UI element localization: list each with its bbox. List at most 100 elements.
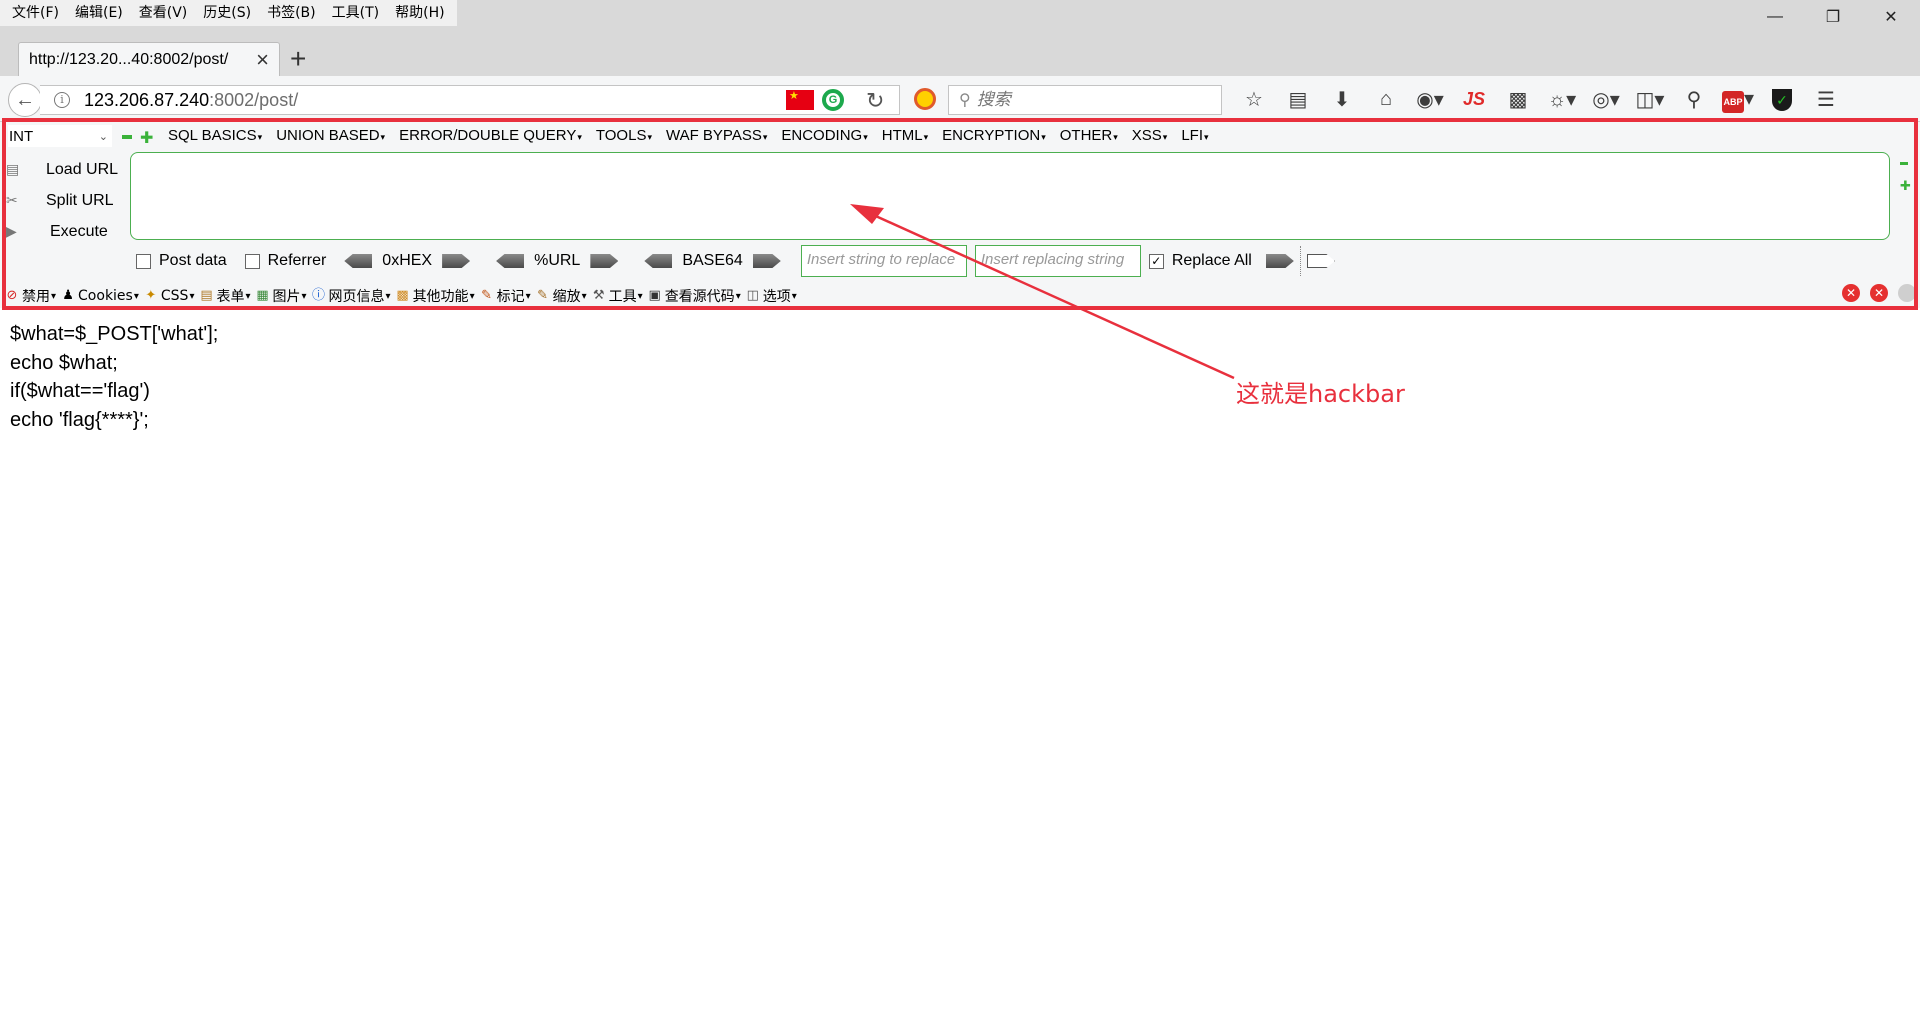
hackbar-menu-xss[interactable]: XSS xyxy=(1132,127,1168,144)
proxy-dropdown-icon[interactable]: ◎▾ xyxy=(1584,87,1628,112)
menu-edit[interactable]: 编辑(E) xyxy=(67,0,131,26)
referrer-label: Referrer xyxy=(267,252,327,269)
shield-icon[interactable]: ✓ xyxy=(1760,88,1804,111)
menu-file[interactable]: 文件(F) xyxy=(4,0,67,26)
menu-help[interactable]: 帮助(H) xyxy=(387,0,452,26)
wd-cookies-menu[interactable]: ♟ Cookies xyxy=(60,288,139,304)
globe-dropdown-icon[interactable]: ◉▾ xyxy=(1408,87,1452,112)
blocked-addon-icon[interactable] xyxy=(914,88,936,110)
replace-arrow-icon[interactable] xyxy=(1265,254,1294,268)
outline-pencil-icon: ✎ xyxy=(481,288,493,303)
url-bar[interactable]: i 123.206.87.240:8002/post/ G ↻ xyxy=(40,85,900,115)
wd-resize-label: 缩放 xyxy=(552,289,581,305)
url-label: %URL xyxy=(534,252,581,269)
post-data-checkbox[interactable] xyxy=(136,253,151,269)
expand-icon[interactable]: ✚ xyxy=(1900,179,1911,192)
hackbar-type-select[interactable]: INT ⌄ xyxy=(8,125,112,147)
hamburger-menu-icon[interactable]: ☰ xyxy=(1804,87,1848,112)
back-arrow-icon[interactable]: ← xyxy=(8,83,42,117)
download-icon[interactable]: ⬇ xyxy=(1320,87,1364,112)
replace-reverse-arrow-icon[interactable] xyxy=(1306,254,1335,268)
hackbar-menu-lfi[interactable]: LFI xyxy=(1181,127,1208,144)
inspect-magnifier-icon[interactable]: ⚲ xyxy=(1672,87,1716,112)
menu-view[interactable]: 查看(V) xyxy=(131,0,196,26)
close-tab-icon[interactable]: × xyxy=(256,48,269,71)
hackbar-menu-html[interactable]: HTML xyxy=(882,127,928,144)
replacing-string-input[interactable]: Insert replacing string xyxy=(974,245,1141,277)
reload-icon[interactable]: ↻ xyxy=(866,88,884,114)
code-line: echo $what; xyxy=(10,351,118,374)
hackbar-menu-encryption[interactable]: ENCRYPTION xyxy=(942,127,1046,144)
wd-css-menu[interactable]: ✦ CSS xyxy=(143,288,195,304)
page-source-text: $what=$_POST['what']; echo $what; if($wh… xyxy=(10,320,218,434)
menu-tools[interactable]: 工具(T) xyxy=(324,0,387,26)
hex-encode-arrow-icon[interactable] xyxy=(442,254,471,268)
annotation-label: 这就是hackbar xyxy=(1236,380,1405,408)
wd-misc-menu[interactable]: ▩ 其他功能 xyxy=(395,286,475,306)
css-error-icon[interactable]: ✕ xyxy=(1842,284,1860,302)
hex-decode-arrow-icon[interactable] xyxy=(344,254,373,268)
hackbar-menu-waf-bypass[interactable]: WAF BYPASS xyxy=(666,127,767,144)
url-decode-arrow-icon[interactable] xyxy=(496,254,525,268)
shrink-icon[interactable] xyxy=(1900,162,1908,165)
bookmark-star-icon[interactable]: ☆ xyxy=(1232,87,1276,112)
tab-active[interactable]: http://123.20...40:8002/post/ × xyxy=(18,42,280,76)
wd-options-menu[interactable]: ◫ 选项 xyxy=(745,286,797,306)
replace-all-checkbox[interactable]: ✓ xyxy=(1148,253,1164,269)
url-path: :8002/post/ xyxy=(209,89,299,110)
hackbar-menu-error-double-query[interactable]: ERROR/DOUBLE QUERY xyxy=(399,127,582,144)
js-icon[interactable]: JS xyxy=(1452,89,1496,110)
wd-forms-label: 表单 xyxy=(216,289,245,305)
wd-outline-menu[interactable]: ✎ 标记 xyxy=(479,286,531,306)
reading-list-icon[interactable]: ▤ xyxy=(1276,87,1320,112)
hackbar-menu-sql-basics[interactable]: SQL BASICS xyxy=(168,127,262,144)
info-circle-icon: ⓘ xyxy=(312,288,326,303)
increase-icon[interactable]: ✚ xyxy=(140,128,153,148)
referrer-option[interactable]: Referrer xyxy=(244,252,327,270)
render-mode-icon[interactable] xyxy=(1898,284,1916,302)
load-url-button[interactable]: ▤ Load URL xyxy=(6,154,118,185)
url-encode-arrow-icon[interactable] xyxy=(590,254,619,268)
search-input[interactable] xyxy=(976,90,1207,110)
adblock-icon[interactable]: ABP▾ xyxy=(1716,86,1760,113)
new-tab-icon[interactable]: + xyxy=(290,44,306,74)
menu-history[interactable]: 历史(S) xyxy=(195,0,259,26)
tab-addon-dropdown-icon[interactable]: ◫▾ xyxy=(1628,87,1672,112)
search-icon: ⚲ xyxy=(959,92,971,109)
wd-resize-menu[interactable]: ✎ 缩放 xyxy=(535,286,587,306)
g-addon-icon[interactable]: G xyxy=(822,89,844,111)
screenshot-addon-icon[interactable]: ▩ xyxy=(1496,87,1540,112)
base64-encode-arrow-icon[interactable] xyxy=(752,254,781,268)
js-error-icon[interactable]: ✕ xyxy=(1870,284,1888,302)
china-flag-icon[interactable] xyxy=(786,89,814,110)
insert-string-input[interactable]: Insert string to replace xyxy=(800,245,967,277)
split-url-button[interactable]: ✂ Split URL xyxy=(6,185,118,216)
wd-images-menu[interactable]: ▦ 图片 xyxy=(255,286,307,306)
replace-all-option[interactable]: ✓ Replace All xyxy=(1148,252,1252,270)
referrer-checkbox[interactable] xyxy=(244,253,260,269)
wd-view-source-menu[interactable]: ▣ 查看源代码 xyxy=(647,286,741,306)
execute-button[interactable]: ▶ Execute xyxy=(6,216,118,247)
adblock-label: ABP xyxy=(1721,90,1744,113)
wd-info-menu[interactable]: ⓘ 网页信息 xyxy=(311,286,391,306)
hackbar-menu-tools[interactable]: TOOLS xyxy=(596,127,652,144)
hackbar-menu-union-based[interactable]: UNION BASED xyxy=(276,127,385,144)
hackbar-url-textarea[interactable] xyxy=(130,152,1890,240)
wd-disable-menu[interactable]: ⊘ 禁用 xyxy=(4,286,56,306)
search-bar[interactable]: ⚲ xyxy=(948,85,1222,115)
wd-forms-menu[interactable]: ▤ 表单 xyxy=(198,286,250,306)
post-data-option[interactable]: Post data xyxy=(136,252,227,270)
divider xyxy=(1299,246,1301,276)
info-icon[interactable]: i xyxy=(54,92,70,108)
url-host: 123.206.87.240 xyxy=(84,89,210,110)
hackbar-menu-encoding[interactable]: ENCODING xyxy=(781,127,867,144)
menu-bookmarks[interactable]: 书签(B) xyxy=(259,0,324,26)
url-text[interactable]: 123.206.87.240:8002/post/ xyxy=(84,90,298,111)
hackbar-menu-other[interactable]: OTHER xyxy=(1060,127,1118,144)
decrease-icon[interactable] xyxy=(122,135,132,139)
web-developer-toolbar: ⊘禁用 ♟Cookies ✦CSS ▤表单 ▦图片 ⓘ网页信息 ▩其他功能 ✎标… xyxy=(4,284,801,308)
palette-dropdown-icon[interactable]: ☼▾ xyxy=(1540,87,1584,112)
base64-decode-arrow-icon[interactable] xyxy=(644,254,673,268)
home-icon[interactable]: ⌂ xyxy=(1364,88,1408,111)
wd-tools-menu[interactable]: ⚒ 工具 xyxy=(591,286,643,306)
